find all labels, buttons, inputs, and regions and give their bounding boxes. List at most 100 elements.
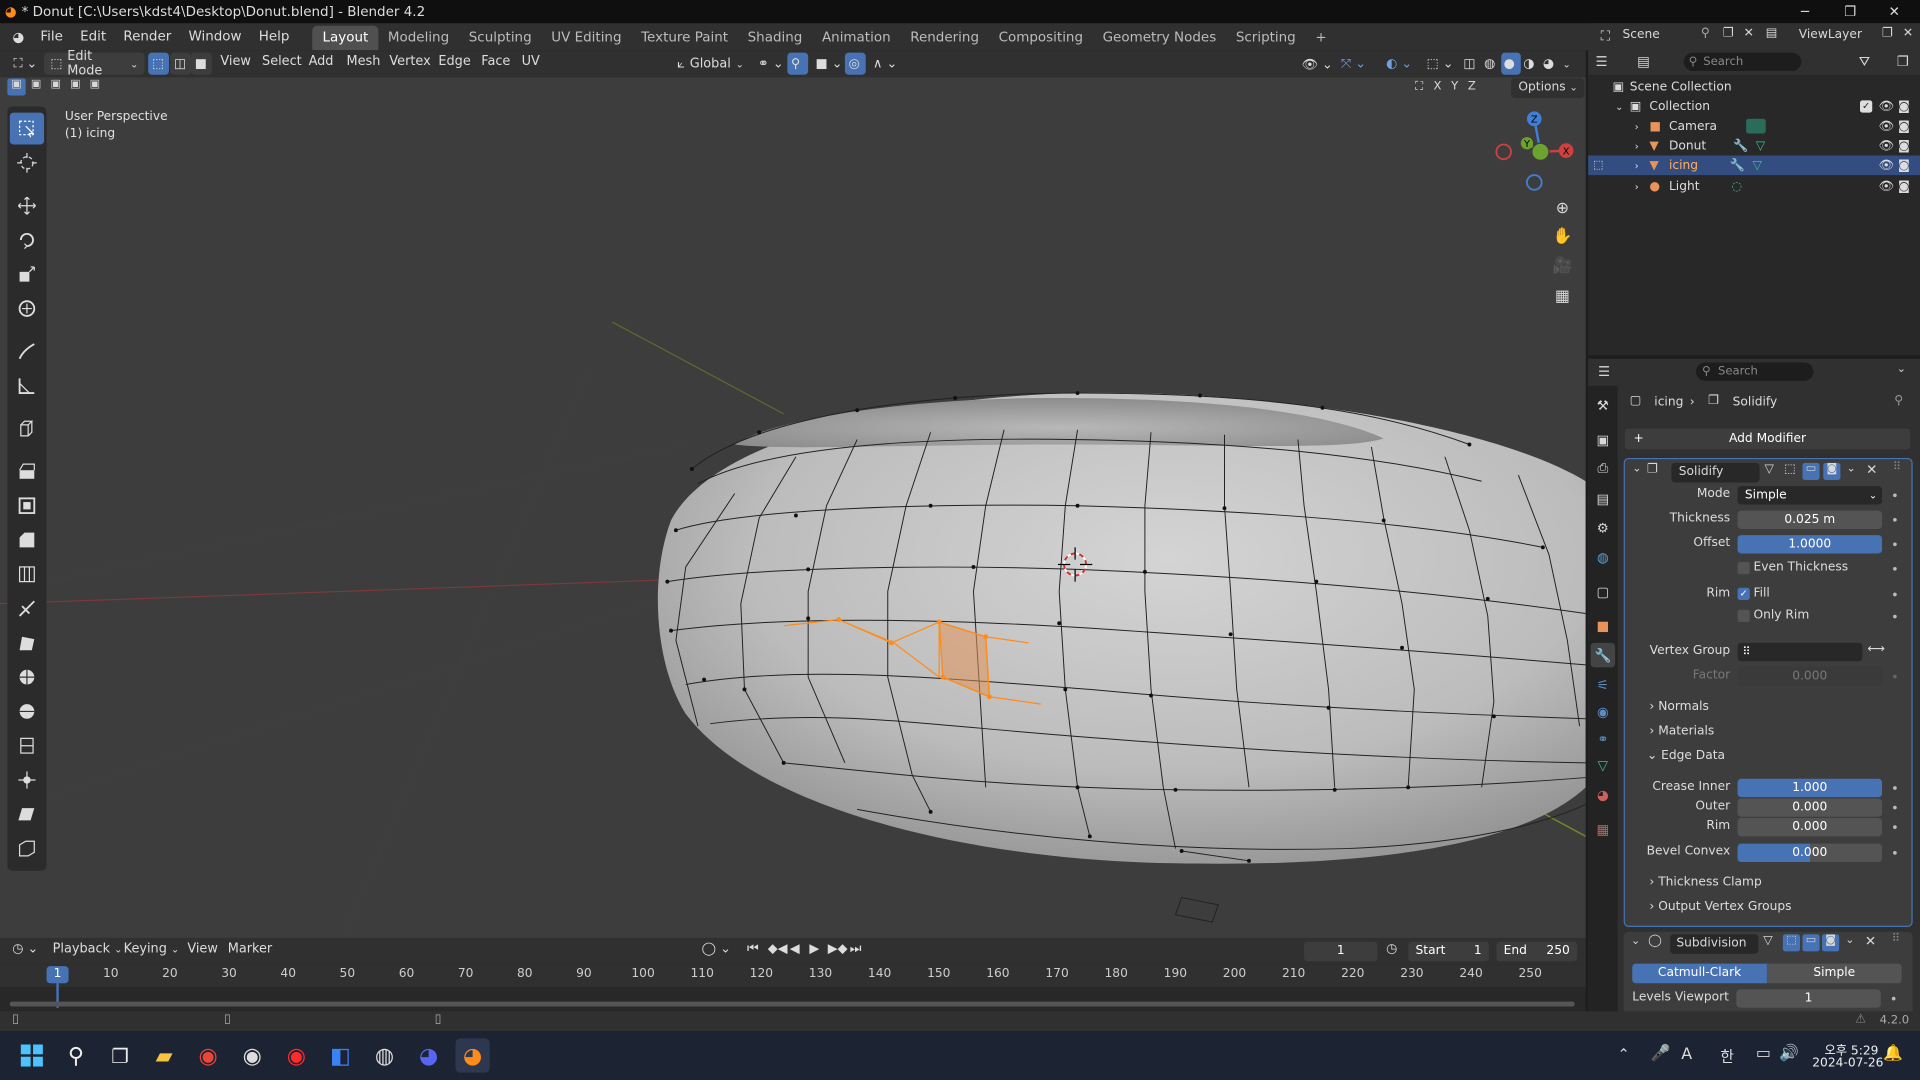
overlay-toggle-button[interactable]: ◐ ⌄ <box>1380 53 1418 75</box>
media-player-icon[interactable]: ◉ <box>235 1038 269 1072</box>
catmull-clark-button[interactable]: Catmull-Clark <box>1632 963 1767 984</box>
frame-range-icon[interactable]: ◷ <box>1386 942 1397 957</box>
proportional-edit-button[interactable]: ◎ <box>844 52 866 75</box>
jump-start-button[interactable]: ⏮ <box>747 942 759 958</box>
data-tab-icon[interactable]: ▽ <box>1591 753 1615 777</box>
physics-tab-icon[interactable]: ◉ <box>1591 699 1615 723</box>
edge-data-subpanel[interactable]: ⌄ Edge Data <box>1647 749 1725 762</box>
vertex-group-field[interactable]: ⠿ <box>1737 642 1863 662</box>
microphone-icon[interactable]: 🎤 <box>1651 1044 1671 1062</box>
properties-search-input[interactable]: ⚲ Search <box>1695 362 1814 381</box>
start-frame-field[interactable]: Start 1 <box>1408 941 1489 962</box>
select-intersect-icon[interactable]: ▣ <box>85 78 105 96</box>
view-layer-name[interactable]: ViewLayer <box>1799 28 1862 41</box>
chevron-right-icon[interactable]: › <box>1635 160 1650 171</box>
offset-field[interactable]: 1.0000 <box>1737 535 1883 554</box>
smooth-tool-icon[interactable] <box>10 696 44 728</box>
chevron-down-icon[interactable]: ⌄ <box>1631 936 1640 948</box>
orientation-dropdown[interactable]: ⟀ Global ⌄ <box>671 53 750 75</box>
keyframe-dot[interactable] <box>1893 674 1897 679</box>
camera-render-icon[interactable]: ◙ <box>1898 119 1910 132</box>
face-select-button[interactable]: ■ <box>191 52 212 75</box>
view-layer-tab-icon[interactable]: ▤ <box>1591 486 1615 510</box>
move-tool-icon[interactable] <box>10 190 44 222</box>
task-view-icon[interactable]: ❐ <box>103 1038 137 1072</box>
camera-render-icon[interactable]: ◙ <box>1898 179 1910 192</box>
chevron-right-icon[interactable]: › <box>1635 140 1650 151</box>
collection-tab-icon[interactable]: ▢ <box>1591 579 1615 603</box>
viewport-toggle-icon[interactable]: ▭ <box>1802 462 1820 481</box>
keyframe-dot[interactable] <box>1893 517 1897 522</box>
eye-icon[interactable]: 👁 <box>1878 139 1894 152</box>
inset-tool-icon[interactable] <box>10 490 44 522</box>
tab-uv-editing[interactable]: UV Editing <box>541 26 631 50</box>
pin-scene-icon[interactable]: ⚲ <box>1701 27 1710 40</box>
mirror-x-button[interactable]: X <box>1430 80 1445 93</box>
outliner-item-icing[interactable]: ⬚ › ▼ icing 🔧 ▽ 👁 ◙ <box>1588 155 1920 176</box>
jump-end-button[interactable]: ⏭ <box>850 942 862 958</box>
pan-hand-icon[interactable]: ✋ <box>1550 224 1574 248</box>
particles-tab-icon[interactable]: ⚟ <box>1591 672 1615 696</box>
start-menu-icon[interactable] <box>15 1038 49 1072</box>
end-frame-field[interactable]: End 250 <box>1496 941 1578 962</box>
bevel-convex-field[interactable]: 0.000 <box>1737 843 1883 863</box>
add-workspace-button[interactable]: + <box>1306 26 1337 50</box>
shrink-fatten-tool-icon[interactable] <box>10 764 44 796</box>
new-collection-icon[interactable]: ❐ <box>1897 54 1909 70</box>
play-reverse-button[interactable]: ◀ <box>790 942 800 957</box>
select-new-icon[interactable]: ▣ <box>7 78 26 96</box>
mode-select[interactable]: Simple ⌄ <box>1737 486 1883 505</box>
rotate-tool-icon[interactable] <box>10 224 44 256</box>
select-box-tool-icon[interactable] <box>9 112 45 145</box>
editor-type-icon[interactable]: ☰ <box>1598 364 1610 380</box>
rip-region-tool-icon[interactable] <box>10 833 44 865</box>
menu-render[interactable]: Render <box>115 23 180 50</box>
camera-render-icon[interactable]: ◙ <box>1898 159 1910 172</box>
navigation-gizmo[interactable]: X Z Y <box>1488 107 1580 199</box>
cursor-tool-icon[interactable] <box>10 147 44 179</box>
timeline-menu-marker[interactable]: Marker <box>228 942 272 957</box>
auto-keying-button[interactable]: ◯ ⌄ <box>702 942 731 957</box>
outliner-item-donut[interactable]: › ▼ Donut 🔧 ▽ 👁 ◙ <box>1588 136 1920 156</box>
simple-button[interactable]: Simple <box>1766 963 1902 984</box>
menu-select[interactable]: Select <box>262 54 302 69</box>
spin-tool-icon[interactable] <box>10 661 44 693</box>
menu-edit[interactable]: Edit <box>72 23 115 50</box>
keyframe-dot[interactable] <box>1891 996 1896 1001</box>
edge-select-button[interactable]: ◫ <box>170 52 192 75</box>
jump-keyframe-back-button[interactable]: ◆◀ <box>768 942 788 957</box>
chevron-down-icon[interactable]: ⌄ <box>1845 934 1854 946</box>
tab-shading[interactable]: Shading <box>738 26 812 50</box>
rim-crease-field[interactable]: 0.000 <box>1737 817 1883 837</box>
drag-handle-icon[interactable]: ⠿ <box>1893 462 1901 474</box>
gizmo-toggle-button[interactable]: ⤧ ⌄ <box>1335 53 1372 75</box>
keyframe-dot[interactable] <box>1893 825 1897 829</box>
outliner-item-camera[interactable]: › ■ Camera 👁 ◙ <box>1588 116 1920 136</box>
scene-name[interactable]: Scene <box>1622 28 1659 41</box>
viewport-toggle-icon[interactable]: ▭ <box>1802 934 1820 952</box>
clock-date[interactable]: 2024-07-26 <box>1812 1057 1883 1070</box>
menu-face[interactable]: Face <box>481 54 510 69</box>
snap-toggle-button[interactable]: ⚲ <box>787 52 809 75</box>
tool-tab-icon[interactable]: ⚒ <box>1591 393 1615 417</box>
crease-inner-field[interactable]: 1.000 <box>1737 778 1883 798</box>
editor-type-icon[interactable]: ☰ <box>1596 54 1608 70</box>
timeline-menu-playback[interactable]: Playback ⌄ <box>53 942 123 957</box>
subdivision-name-field[interactable]: Subdivision <box>1670 934 1759 954</box>
visibility-button[interactable]: 👁 ⌄ <box>1296 53 1339 75</box>
blender-taskbar-icon[interactable]: ◕ <box>455 1038 490 1073</box>
new-scene-icon[interactable]: ❐ <box>1723 27 1734 40</box>
pivot-point-button[interactable]: ⚭ ⌄ <box>752 53 790 75</box>
eye-icon[interactable]: 👁 <box>1878 179 1894 192</box>
mirror-z-button[interactable]: Z <box>1464 80 1479 93</box>
menu-uv[interactable]: UV <box>522 54 540 69</box>
chevron-down-icon[interactable]: ⌄ <box>1847 463 1856 475</box>
menu-file[interactable]: File <box>32 23 72 50</box>
volume-icon[interactable]: 🔊 <box>1779 1044 1799 1062</box>
edge-slide-tool-icon[interactable] <box>10 730 44 762</box>
editor-type-button[interactable]: ⛶ ⌄ <box>7 53 43 75</box>
annotate-tool-icon[interactable] <box>10 336 44 368</box>
display-mode-icon[interactable]: ▤ <box>1637 54 1650 70</box>
visual-studio-icon[interactable]: ◧ <box>323 1038 357 1072</box>
solidify-name-field[interactable]: Solidify <box>1671 462 1760 483</box>
